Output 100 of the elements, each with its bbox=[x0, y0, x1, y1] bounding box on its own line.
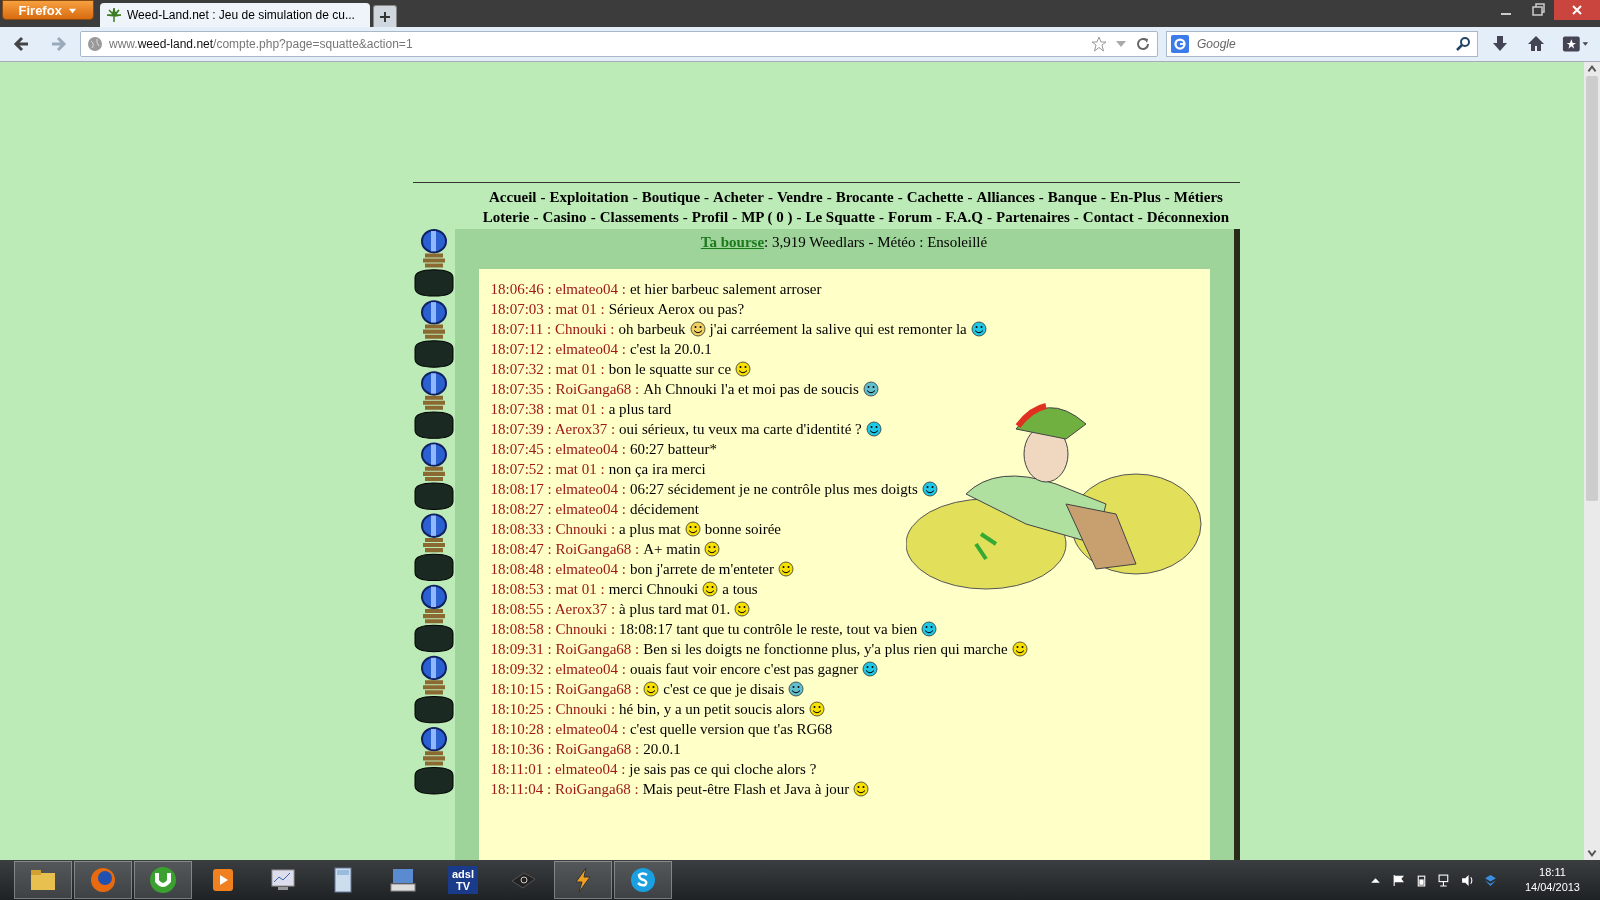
message-time-user: 18:08:55 : Aerox37 : bbox=[490, 600, 616, 619]
network-icon[interactable] bbox=[1437, 873, 1451, 887]
message-text: A+ matin bbox=[643, 540, 701, 559]
message-text: 18:08:17 tant que tu contrôle le reste, tout va bien bbox=[619, 620, 918, 639]
message-text: 60:27 batteur* bbox=[629, 440, 717, 459]
balance-weather-text: : 3,919 Weedlars - Météo : Ensoleillé bbox=[764, 234, 988, 250]
message-time-user: 18:09:31 : RoiGanga68 : bbox=[490, 640, 640, 659]
message-time-user: 18:07:12 : elmateo04 : bbox=[490, 340, 626, 359]
message-time-user: 18:07:45 : elmateo04 : bbox=[490, 440, 626, 459]
new-tab-button[interactable] bbox=[373, 5, 397, 27]
message-text: bon j'arrete de m'enteter bbox=[629, 560, 774, 579]
home-icon[interactable] bbox=[1526, 34, 1546, 54]
nav-separator: - bbox=[1137, 208, 1143, 227]
message-time-user: 18:09:32 : elmateo04 : bbox=[490, 660, 626, 679]
chat-app-icon[interactable] bbox=[614, 861, 672, 899]
message-time-user: 18:07:39 : Aerox37 : bbox=[490, 420, 616, 439]
message-text: merci Chnouki bbox=[608, 580, 699, 599]
message-time-user: 18:10:28 : elmateo04 : bbox=[490, 720, 626, 739]
clock-time[interactable]: 18:11 bbox=[1539, 865, 1566, 880]
message-text: Ah Chnouki l'a et moi pas de soucis bbox=[643, 380, 859, 399]
browser-tab[interactable]: Weed-Land.net : Jeu de simulation de cu... bbox=[100, 3, 370, 27]
nav-link[interactable]: Cachette bbox=[906, 187, 964, 207]
box-sync-icon[interactable] bbox=[1483, 873, 1497, 887]
message-time-user: 18:07:32 : mat 01 : bbox=[490, 360, 605, 379]
clock-date[interactable]: 14/04/2013 bbox=[1524, 880, 1580, 895]
nav-link[interactable]: Partenaires bbox=[996, 207, 1070, 227]
message-text: c'est ce que je disais bbox=[663, 680, 785, 699]
nav-link[interactable]: Vendre bbox=[776, 187, 823, 207]
flag-icon[interactable] bbox=[1391, 873, 1405, 887]
nav-separator: - bbox=[796, 208, 802, 227]
folder-icon[interactable] bbox=[14, 861, 72, 899]
nav-link[interactable]: En-Plus bbox=[1109, 187, 1161, 207]
nav-link[interactable]: MP ( 0 ) bbox=[741, 207, 793, 227]
torrent-client-icon[interactable] bbox=[134, 861, 192, 899]
message-time-user: 18:08:27 : elmateo04 : bbox=[490, 500, 626, 519]
message-text: Sérieux Aerox ou pas? bbox=[608, 300, 745, 319]
message-time-user: 18:08:58 : Chnouki : bbox=[490, 620, 616, 639]
speaker-icon[interactable] bbox=[1460, 873, 1474, 887]
nav-separator: - bbox=[704, 188, 710, 207]
nav-link[interactable]: Exploitation bbox=[549, 187, 629, 207]
message-text: 20.0.1 bbox=[643, 740, 681, 759]
nav-link[interactable]: Acheter bbox=[713, 187, 764, 207]
message-text: 06:27 sécidement je ne contrôle plus mes doigts bbox=[629, 480, 918, 499]
nav-separator: - bbox=[1073, 208, 1079, 227]
search-field[interactable]: Google bbox=[1166, 31, 1478, 57]
search-icon[interactable] bbox=[1455, 36, 1471, 52]
message-text: ouais faut voir encore c'est pas gagner bbox=[629, 660, 859, 679]
globe-icon bbox=[87, 36, 103, 52]
nav-link[interactable]: Contact bbox=[1082, 207, 1134, 227]
nav-link[interactable]: Alliances bbox=[976, 187, 1035, 207]
message-time-user: 18:07:03 : mat 01 : bbox=[490, 300, 605, 319]
nav-separator: - bbox=[732, 208, 738, 227]
message-text: et hier barbeuc salement arroser bbox=[629, 280, 822, 299]
message-text: c'est la 20.0.1 bbox=[629, 340, 712, 359]
message-time-user: 18:07:52 : mat 01 : bbox=[490, 460, 605, 479]
nav-separator: - bbox=[967, 188, 973, 207]
message-text: Mais peut-être Flash et Java à jour bbox=[642, 780, 850, 799]
nav-separator: - bbox=[632, 188, 638, 207]
lightning-icon[interactable] bbox=[554, 861, 612, 899]
nav-separator: - bbox=[767, 188, 773, 207]
nav-link[interactable]: Métiers bbox=[1173, 187, 1223, 207]
message-time-user: 18:10:25 : Chnouki : bbox=[490, 700, 616, 719]
search-engine-icon[interactable] bbox=[1171, 35, 1189, 53]
nav-separator: - bbox=[682, 208, 688, 227]
nav-separator: - bbox=[987, 208, 992, 227]
nav-link[interactable]: Banque bbox=[1047, 187, 1097, 207]
star-icon[interactable] bbox=[1091, 36, 1107, 52]
nav-link[interactable]: F.A.Q bbox=[945, 207, 983, 227]
bookmarks-icon[interactable] bbox=[1562, 34, 1590, 54]
message-time-user: 18:11:04 : RoiGanga68 : bbox=[490, 780, 639, 799]
nav-link[interactable]: Forum bbox=[888, 207, 933, 227]
message-text: oh barbeuk bbox=[618, 320, 686, 339]
nav-link[interactable]: Déconnexion bbox=[1146, 207, 1230, 227]
search-input[interactable]: Google bbox=[1195, 36, 1449, 52]
nav-link[interactable]: Classements bbox=[599, 207, 679, 227]
nav-link[interactable]: Loterie bbox=[482, 207, 530, 227]
message-time-user: 18:08:48 : elmateo04 : bbox=[490, 560, 626, 579]
message-time-user: 18:08:33 : Chnouki : bbox=[490, 520, 616, 539]
message-text: hé bin, y a un petit soucis alors bbox=[619, 700, 805, 719]
message-text: a plus tard bbox=[608, 400, 672, 419]
nav-separator: - bbox=[1164, 188, 1170, 207]
nav-link[interactable]: Brocante bbox=[835, 187, 894, 207]
nav-separator: - bbox=[879, 208, 884, 227]
nav-link[interactable]: Boutique bbox=[641, 187, 701, 207]
nav-link[interactable]: Casino bbox=[542, 207, 587, 227]
address-bar[interactable]: www.weed-land.net/compte.php?page=squatte&action=1 bbox=[80, 31, 1158, 57]
nav-separator: - bbox=[1038, 188, 1044, 207]
message-text: non ça ira merci bbox=[608, 460, 706, 479]
message-text: à plus tard mat 01. bbox=[619, 600, 731, 619]
message-time-user: 18:11:01 : elmateo04 : bbox=[490, 760, 626, 779]
message-time-user: 18:08:17 : elmateo04 : bbox=[490, 480, 626, 499]
nav-link[interactable]: Accueil bbox=[489, 187, 537, 207]
reload-icon[interactable] bbox=[1135, 36, 1151, 52]
nav-separator: - bbox=[826, 188, 832, 207]
message-text: je sais pas ce qui cloche alors ? bbox=[629, 760, 817, 779]
nav-separator: - bbox=[1100, 188, 1106, 207]
nav-link[interactable]: Profil bbox=[691, 207, 729, 227]
close-button[interactable] bbox=[1554, 0, 1600, 20]
scrollbar-thumb[interactable] bbox=[1586, 76, 1598, 501]
nav-link[interactable]: Le Squatte bbox=[805, 207, 875, 227]
